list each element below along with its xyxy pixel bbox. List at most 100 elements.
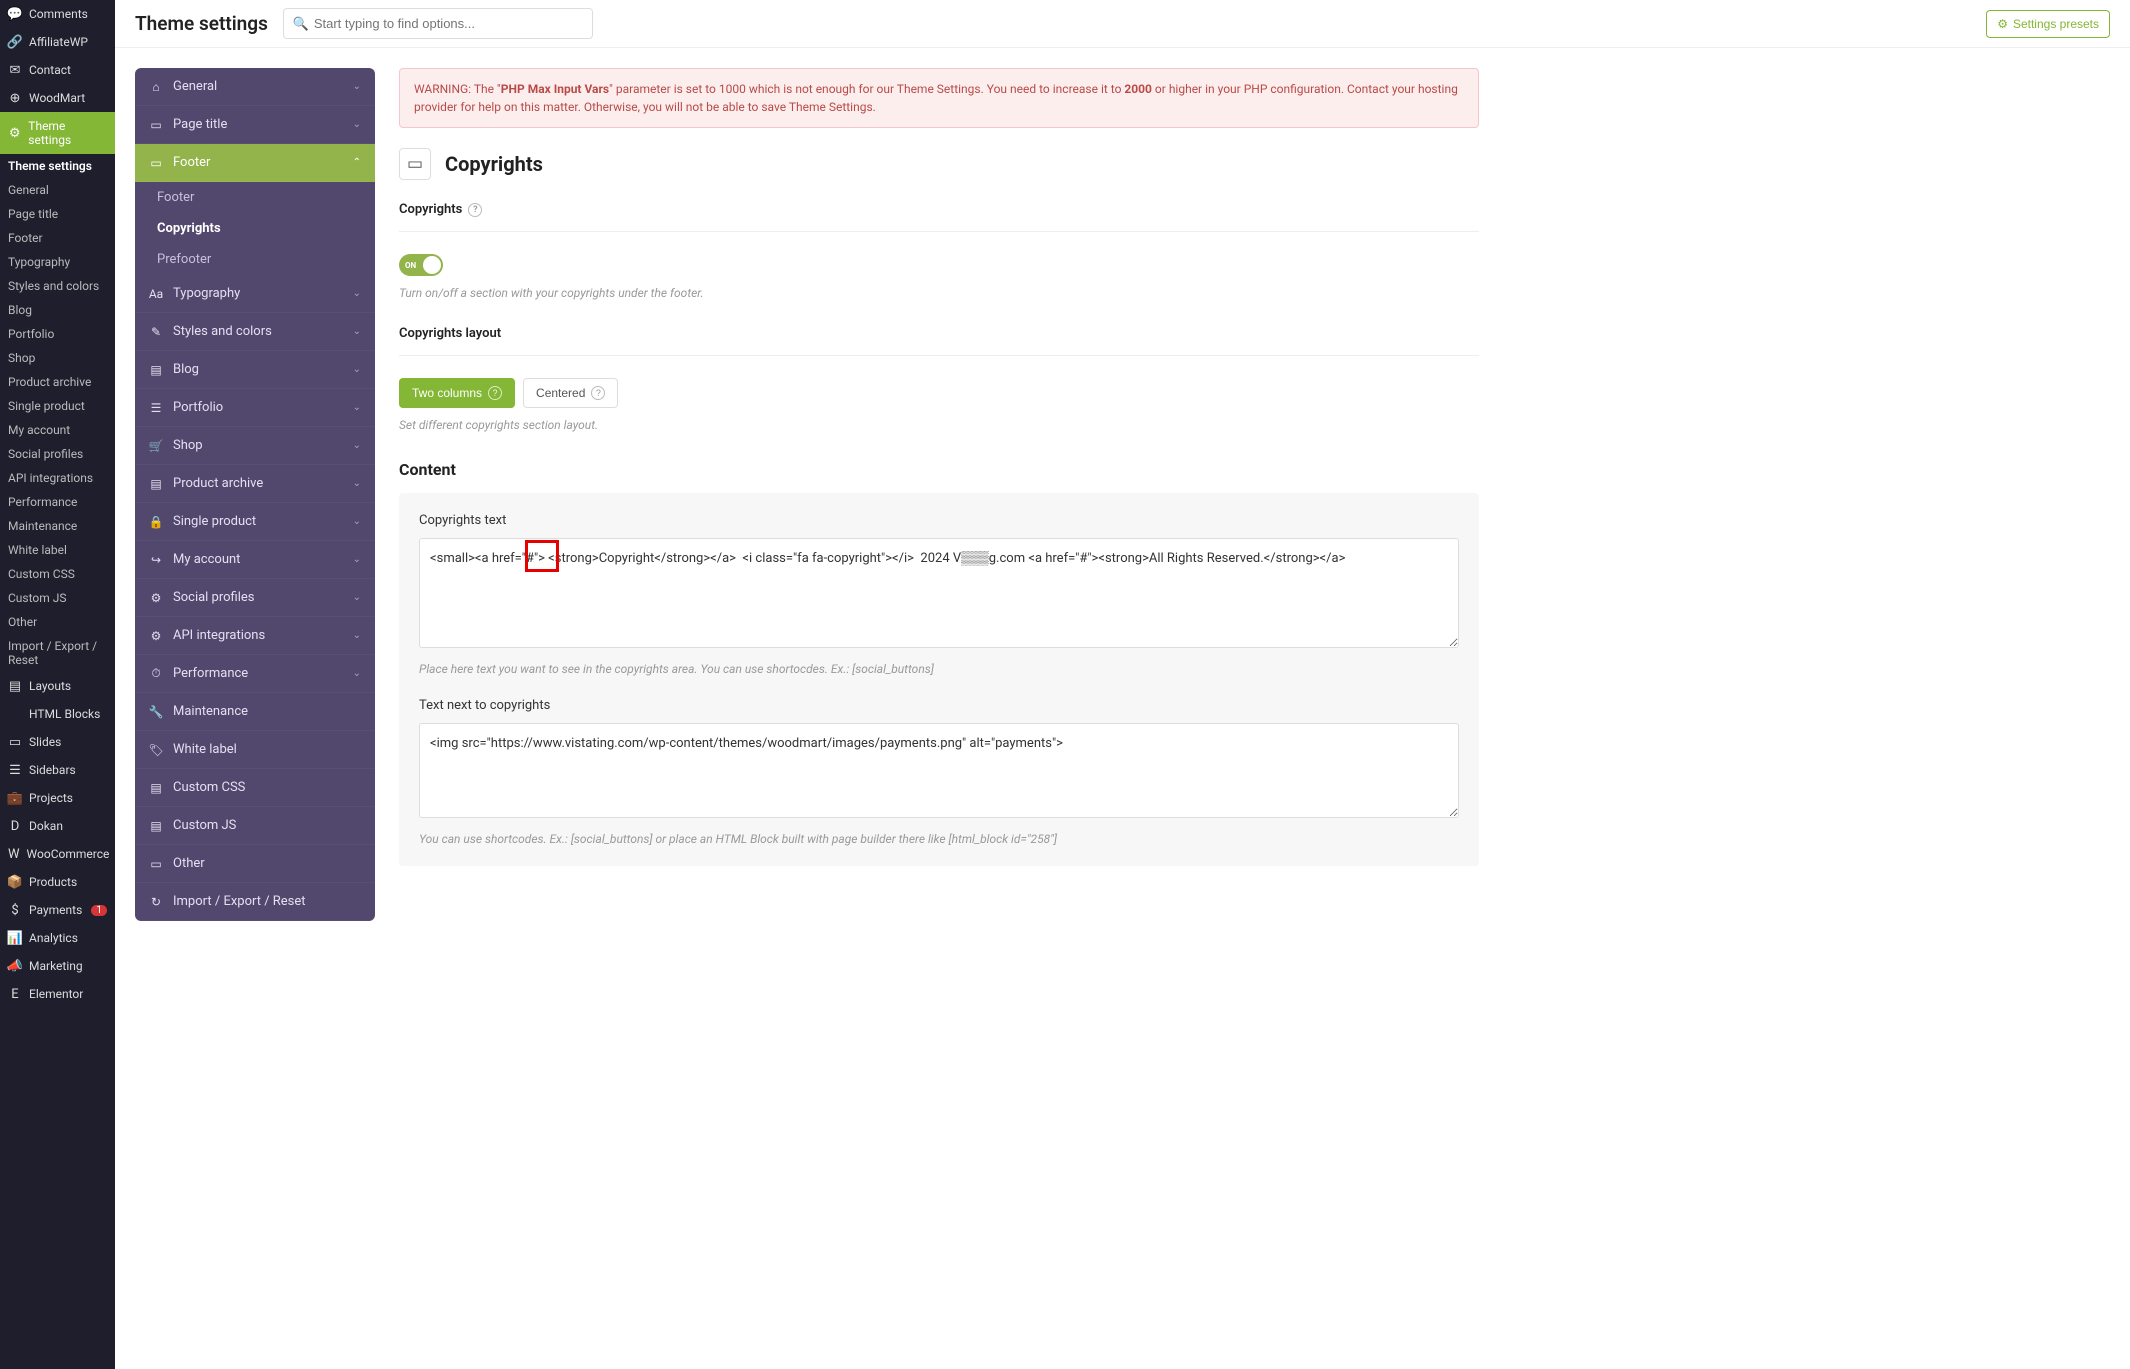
gear-icon: ⚙ [1997, 17, 2008, 31]
field-desc: Turn on/off a section with your copyrigh… [399, 286, 1479, 300]
section-item-maintenance[interactable]: 🔧Maintenance [135, 693, 375, 731]
wp-item-sidebars[interactable]: ☰Sidebars [0, 756, 115, 784]
help-icon[interactable]: ? [488, 386, 502, 400]
wp-item-html-blocks[interactable]: HTML Blocks [0, 700, 115, 728]
section-item-label: Maintenance [173, 704, 248, 719]
copyrights-toggle[interactable]: ON [399, 254, 443, 276]
section-item-custom-js[interactable]: ▤Custom JS [135, 807, 375, 845]
section-item-shop[interactable]: 🛒Shop⌄ [135, 427, 375, 465]
warning-banner: WARNING: The "PHP Max Input Vars" parame… [399, 68, 1479, 128]
comments-icon: 💬 [8, 7, 22, 21]
wp-item-dokan[interactable]: DDokan [0, 812, 115, 840]
wp-item-contact[interactable]: ✉Contact [0, 56, 115, 84]
section-item-footer[interactable]: ▭Footer⌃ [135, 144, 375, 182]
wp-item-layouts[interactable]: ▤Layouts [0, 672, 115, 700]
marketing-icon: 📣 [8, 959, 22, 973]
wp-sub-styles-and-colors[interactable]: Styles and colors [0, 274, 115, 298]
section-item-label: Performance [173, 666, 248, 681]
search-input[interactable] [283, 8, 593, 39]
chevron-down-icon: ⌄ [353, 402, 361, 413]
slides-icon: ▭ [8, 735, 22, 749]
wp-sub-import-export-reset[interactable]: Import / Export / Reset [0, 634, 115, 672]
wp-sub-performance[interactable]: Performance [0, 490, 115, 514]
settings-panel: WARNING: The "PHP Max Input Vars" parame… [399, 68, 1479, 866]
wp-sub-theme-settings[interactable]: Theme settings [0, 154, 115, 178]
layouts-icon: ▤ [8, 679, 22, 693]
settings-presets-button[interactable]: ⚙ Settings presets [1986, 10, 2110, 38]
section-item-my-account[interactable]: ↪My account⌄ [135, 541, 375, 579]
section-item-page-title[interactable]: ▭Page title⌄ [135, 106, 375, 144]
content-box: Copyrights text Place here text you want… [399, 493, 1479, 866]
projects-icon: 💼 [8, 791, 22, 805]
wp-sub-custom-css[interactable]: Custom CSS [0, 562, 115, 586]
wp-item-label: HTML Blocks [29, 707, 100, 721]
elementor-icon: E [8, 987, 22, 1001]
section-item-other[interactable]: ▭Other [135, 845, 375, 883]
layout-two-columns-button[interactable]: Two columns ? [399, 378, 515, 408]
wp-sub-product-archive[interactable]: Product archive [0, 370, 115, 394]
section-item-white-label[interactable]: 🏷White label [135, 731, 375, 769]
section-item-portfolio[interactable]: ☰Portfolio⌄ [135, 389, 375, 427]
wp-sub-my-account[interactable]: My account [0, 418, 115, 442]
warning-bold: PHP Max Input Vars [501, 82, 609, 96]
wp-item-products[interactable]: 📦Products [0, 868, 115, 896]
wp-sub-social-profiles[interactable]: Social profiles [0, 442, 115, 466]
wp-item-affiliatewp[interactable]: 🔗 AffiliateWP [0, 28, 115, 56]
wp-sub-footer[interactable]: Footer [0, 226, 115, 250]
wp-sub-typography[interactable]: Typography [0, 250, 115, 274]
wp-item-analytics[interactable]: 📊Analytics [0, 924, 115, 952]
affiliatewp-icon: 🔗 [8, 35, 22, 49]
wp-sub-maintenance[interactable]: Maintenance [0, 514, 115, 538]
wp-item-projects[interactable]: 💼Projects [0, 784, 115, 812]
content-subhead: Content [399, 460, 1479, 479]
wp-item-label: AffiliateWP [29, 35, 88, 49]
wp-sub-page-title[interactable]: Page title [0, 202, 115, 226]
wp-item-slides[interactable]: ▭Slides [0, 728, 115, 756]
section-sub-copyrights[interactable]: Copyrights [135, 213, 375, 244]
section-item-styles-and-colors[interactable]: ✎Styles and colors⌄ [135, 313, 375, 351]
wp-sub-custom-js[interactable]: Custom JS [0, 586, 115, 610]
section-item-social-profiles[interactable]: ⚙Social profiles⌄ [135, 579, 375, 617]
social-profiles-icon: ⚙ [149, 591, 163, 605]
section-item-typography[interactable]: AaTypography⌄ [135, 275, 375, 313]
wp-item-comments[interactable]: 💬Comments [0, 0, 115, 28]
wp-sub-single-product[interactable]: Single product [0, 394, 115, 418]
section-item-single-product[interactable]: 🔒Single product⌄ [135, 503, 375, 541]
wp-item-marketing[interactable]: 📣Marketing [0, 952, 115, 980]
wp-sub-api-integrations[interactable]: API integrations [0, 466, 115, 490]
section-item-product-archive[interactable]: ▤Product archive⌄ [135, 465, 375, 503]
wp-sub-shop[interactable]: Shop [0, 346, 115, 370]
wp-sub-general[interactable]: General [0, 178, 115, 202]
main-panel: Theme settings 🔍 ⚙ Settings presets ⌂Gen… [115, 0, 2130, 1369]
wp-item-payments[interactable]: $Payments1 [0, 896, 115, 924]
textarea-desc: You can use shortcodes. Ex.: [social_but… [419, 832, 1459, 846]
wp-sub-portfolio[interactable]: Portfolio [0, 322, 115, 346]
help-icon[interactable]: ? [468, 203, 482, 217]
wp-item-woocommerce[interactable]: WWooCommerce [0, 840, 115, 868]
section-item-label: Single product [173, 514, 256, 529]
topbar: Theme settings 🔍 ⚙ Settings presets [115, 0, 2130, 48]
text-next-to-copyrights-textarea[interactable] [419, 723, 1459, 818]
section-sub-prefooter[interactable]: Prefooter [135, 244, 375, 275]
section-item-custom-css[interactable]: ▤Custom CSS [135, 769, 375, 807]
analytics-icon: 📊 [8, 931, 22, 945]
wp-item-theme-settings[interactable]: ⚙Theme settings [0, 112, 115, 154]
wp-item-elementor[interactable]: EElementor [0, 980, 115, 1008]
section-item-performance[interactable]: ⏱Performance⌄ [135, 655, 375, 693]
section-item-import-export-reset[interactable]: ↻Import / Export / Reset [135, 883, 375, 921]
help-icon[interactable]: ? [591, 386, 605, 400]
copyrights-text-textarea[interactable] [419, 538, 1459, 648]
wp-sub-blog[interactable]: Blog [0, 298, 115, 322]
typography-icon: Aa [149, 287, 163, 301]
section-sub-footer[interactable]: Footer [135, 182, 375, 213]
wp-sub-other[interactable]: Other [0, 610, 115, 634]
section-item-blog[interactable]: ▤Blog⌄ [135, 351, 375, 389]
section-item-label: White label [173, 742, 237, 757]
styles-and-colors-icon: ✎ [149, 325, 163, 339]
wp-item-woodmart[interactable]: ⊕WoodMart [0, 84, 115, 112]
layout-centered-button[interactable]: Centered ? [523, 378, 618, 408]
section-item-api-integrations[interactable]: ⚙API integrations⌄ [135, 617, 375, 655]
section-item-general[interactable]: ⌂General⌄ [135, 68, 375, 106]
wp-sub-white-label[interactable]: White label [0, 538, 115, 562]
page-title-icon: ▭ [149, 118, 163, 132]
